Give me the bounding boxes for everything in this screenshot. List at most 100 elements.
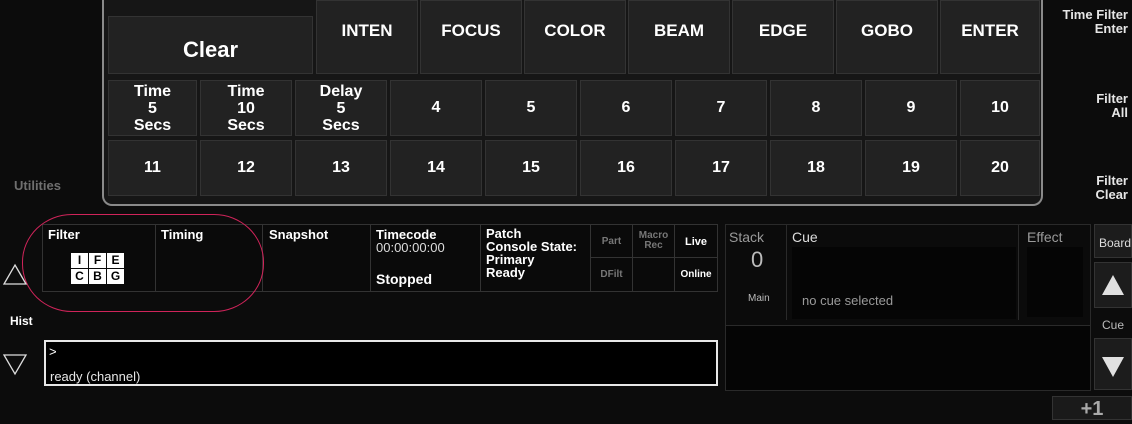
stack-value: 0	[751, 247, 764, 272]
filter-label: Filter	[48, 227, 80, 242]
number-label: 14	[427, 159, 445, 176]
filter-clear-button[interactable]: Filter Clear	[1095, 174, 1128, 202]
number-16-button[interactable]: 16	[580, 140, 672, 196]
color-button[interactable]: COLOR	[524, 0, 626, 74]
blank-status-button[interactable]	[633, 258, 675, 291]
timing-segment[interactable]: Timing	[156, 225, 263, 291]
macro-rec-button[interactable]: Macro Rec	[633, 225, 675, 258]
time-filter-enter-button[interactable]: Time Filter Enter	[1062, 8, 1128, 36]
number-8-button[interactable]: 8	[770, 80, 862, 136]
gobo-label: GOBO	[861, 21, 913, 40]
focus-button[interactable]: FOCUS	[420, 0, 522, 74]
number-10-button[interactable]: 10	[960, 80, 1040, 136]
beam-label: BEAM	[653, 21, 705, 40]
number-label: 17	[712, 159, 730, 176]
patch-segment[interactable]: Patch Console State: Primary Ready	[481, 225, 591, 291]
timing-label: Timing	[161, 227, 204, 242]
snapshot-label: Snapshot	[269, 227, 329, 242]
arrow-down-icon	[1102, 357, 1124, 377]
cue-label: Cue	[792, 229, 818, 245]
filter-segment[interactable]: Filter I F E C B G	[43, 225, 156, 291]
enter-button[interactable]: ENTER	[940, 0, 1040, 74]
number-label: 4	[431, 99, 441, 116]
edge-label: EDGE	[758, 21, 808, 40]
number-label: 12	[237, 159, 255, 176]
clear-label: Clear	[182, 37, 239, 62]
live-button[interactable]: Live	[675, 225, 717, 258]
inten-label: INTEN	[341, 21, 393, 40]
effect-box[interactable]: Effect	[1018, 225, 1091, 320]
number-11-button[interactable]: 11	[108, 140, 197, 196]
hist-up-button[interactable]	[2, 262, 32, 290]
online-button[interactable]: Online	[675, 258, 717, 291]
beam-button[interactable]: BEAM	[628, 0, 730, 74]
number-label: 9	[906, 99, 916, 116]
filter-box-g: G	[107, 269, 124, 284]
online-label: Online	[680, 269, 712, 280]
number-18-button[interactable]: 18	[770, 140, 862, 196]
delay-5-secs-label: Delay 5 Secs	[319, 82, 363, 134]
utilities-button[interactable]: Utilities	[14, 178, 61, 193]
number-9-button[interactable]: 9	[865, 80, 957, 136]
number-6-button[interactable]: 6	[580, 80, 672, 136]
command-status: ready (channel)	[50, 369, 141, 384]
number-label: 19	[902, 159, 920, 176]
stack-label: Stack	[729, 229, 765, 245]
time-10-secs-button[interactable]: Time 10 Secs	[200, 80, 292, 136]
triangle-up-icon	[2, 263, 28, 285]
enter-label: ENTER	[961, 21, 1019, 40]
number-20-button[interactable]: 20	[960, 140, 1040, 196]
number-19-button[interactable]: 19	[865, 140, 957, 196]
number-label: 6	[621, 99, 631, 116]
part-button[interactable]: Part	[591, 225, 633, 258]
patch-text: Patch Console State: Primary Ready	[486, 226, 578, 280]
plus-one-button[interactable]: +1	[1052, 396, 1132, 420]
timecode-segment[interactable]: Timecode 00:00:00:00 Stopped	[371, 225, 481, 291]
filter-box-b: B	[89, 269, 106, 284]
hist-label: Hist	[10, 314, 33, 328]
number-7-button[interactable]: 7	[675, 80, 767, 136]
time-10-secs-label: Time 10 Secs	[227, 82, 265, 134]
command-prompt: >	[49, 344, 57, 359]
filter-box-i: I	[71, 253, 88, 268]
number-13-button[interactable]: 13	[295, 140, 387, 196]
effect-list	[1027, 247, 1083, 317]
filter-clear-label-1: Filter	[1096, 173, 1128, 188]
number-4-button[interactable]: 4	[390, 80, 482, 136]
snapshot-segment[interactable]: Snapshot	[263, 225, 371, 291]
number-12-button[interactable]: 12	[200, 140, 292, 196]
status-bar: Filter I F E C B G Timing Snapshot Timec…	[42, 224, 718, 292]
number-15-button[interactable]: 15	[485, 140, 577, 196]
number-label: 13	[332, 159, 350, 176]
cue-down-button[interactable]	[1094, 338, 1132, 390]
effect-label: Effect	[1027, 229, 1063, 245]
board-button[interactable]: Board	[1094, 224, 1132, 258]
filter-box-c: C	[71, 269, 88, 284]
stack-box[interactable]: Stack 0 Main	[726, 225, 787, 320]
triangle-down-icon	[2, 354, 28, 376]
number-label: 18	[807, 159, 825, 176]
dfilt-label: DFilt	[600, 269, 623, 280]
clear-button[interactable]: Clear	[108, 16, 313, 74]
live-label: Live	[684, 236, 707, 248]
number-17-button[interactable]: 17	[675, 140, 767, 196]
edge-button[interactable]: EDGE	[732, 0, 834, 74]
command-line[interactable]: > ready (channel)	[44, 340, 718, 386]
cue-panel: Stack 0 Main Cue no cue selected Effect	[725, 224, 1091, 391]
hist-down-button[interactable]	[2, 352, 32, 380]
inten-button[interactable]: INTEN	[316, 0, 418, 74]
filter-box-f: F	[89, 253, 106, 268]
focus-label: FOCUS	[441, 21, 501, 40]
dfilt-button[interactable]: DFilt	[591, 258, 633, 291]
delay-5-secs-button[interactable]: Delay 5 Secs	[295, 80, 387, 136]
filter-all-button[interactable]: Filter All	[1096, 92, 1128, 120]
time-5-secs-button[interactable]: Time 5 Secs	[108, 80, 197, 136]
number-label: 11	[144, 159, 161, 176]
gobo-button[interactable]: GOBO	[836, 0, 938, 74]
cue-detail-area	[726, 325, 1090, 390]
cue-list[interactable]	[792, 247, 1016, 319]
number-14-button[interactable]: 14	[390, 140, 482, 196]
cue-up-button[interactable]	[1094, 262, 1132, 308]
number-label: 10	[991, 99, 1009, 116]
number-5-button[interactable]: 5	[485, 80, 577, 136]
